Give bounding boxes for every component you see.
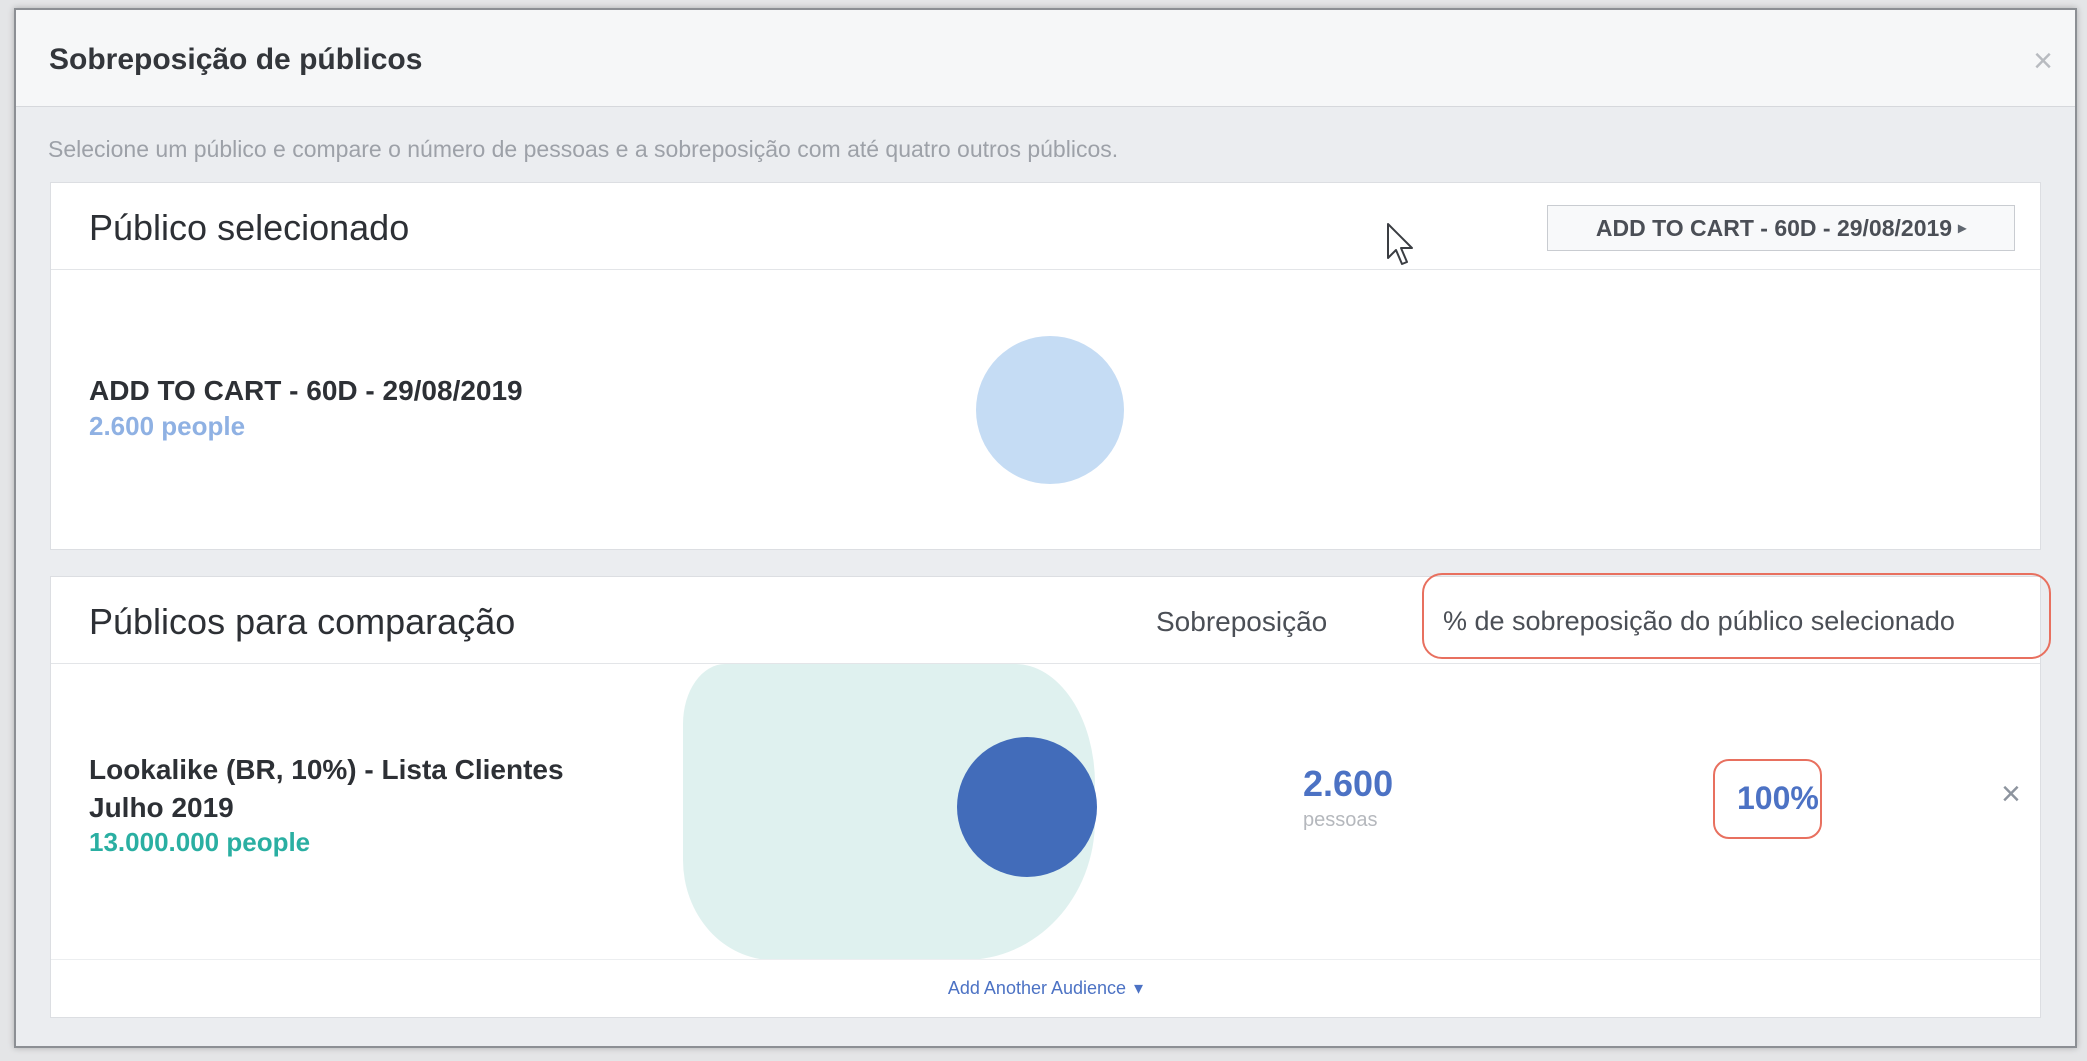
- close-icon[interactable]: ×: [2033, 44, 2053, 78]
- remove-audience-icon[interactable]: ×: [2001, 777, 2021, 811]
- caret-down-icon: ▾: [1134, 977, 1144, 998]
- mouse-pointer-icon: [1387, 223, 1413, 265]
- selected-audience-title: Público selecionado: [89, 207, 410, 248]
- selected-audience-name: ADD TO CART - 60D - 29/08/2019: [89, 375, 523, 406]
- add-another-audience-button[interactable]: Add Another Audience ▾: [51, 959, 2040, 1016]
- comparison-title: Públicos para comparação: [89, 601, 516, 642]
- overlap-unit: pessoas: [1303, 809, 1378, 831]
- dialog-subtitle: Selecione um público e compare o número …: [48, 136, 1119, 162]
- overlap-bubble: [957, 737, 1097, 877]
- selected-audience-dropdown[interactable]: ADD TO CART - 60D - 29/08/2019 ▸: [1547, 205, 2015, 251]
- caret-right-icon: ▸: [1958, 220, 1967, 237]
- comparison-audience-name: Lookalike (BR, 10%) - Lista Clientes Jul…: [89, 751, 649, 827]
- add-another-audience-label: Add Another Audience: [947, 977, 1127, 998]
- overlap-count: 2.600: [1303, 763, 1394, 804]
- comparison-audiences-card: Públicos para comparação Sobreposição % …: [50, 573, 2051, 1018]
- audience-overlap-dialog: Sobreposição de públicos × Selecione um …: [14, 8, 2077, 1048]
- selected-audience-bubble: [976, 336, 1124, 484]
- selected-audience-size: 2.600 people: [89, 411, 246, 441]
- selected-audience-card: Público selecionado ADD TO CART - 60D - …: [50, 182, 2041, 550]
- comparison-audience-name-line2: Julho 2019: [89, 792, 234, 823]
- selected-audience-header: Público selecionado ADD TO CART - 60D - …: [51, 183, 2040, 270]
- overlap-percent: 100%: [1737, 780, 1819, 816]
- dialog-title: Sobreposição de públicos: [49, 43, 423, 76]
- column-header-overlap: Sobreposição: [1156, 606, 1328, 637]
- comparison-audience-name-line1: Lookalike (BR, 10%) - Lista Clientes: [89, 754, 564, 785]
- column-header-overlap-percent: % de sobreposição do público selecionado: [1443, 606, 1955, 636]
- dialog-header: Sobreposição de públicos ×: [16, 10, 2075, 107]
- dropdown-label: ADD TO CART - 60D - 29/08/2019: [1595, 214, 1953, 241]
- comparison-header: Públicos para comparação Sobreposição % …: [51, 573, 2051, 664]
- comparison-audience-size: 13.000.000 people: [89, 827, 311, 857]
